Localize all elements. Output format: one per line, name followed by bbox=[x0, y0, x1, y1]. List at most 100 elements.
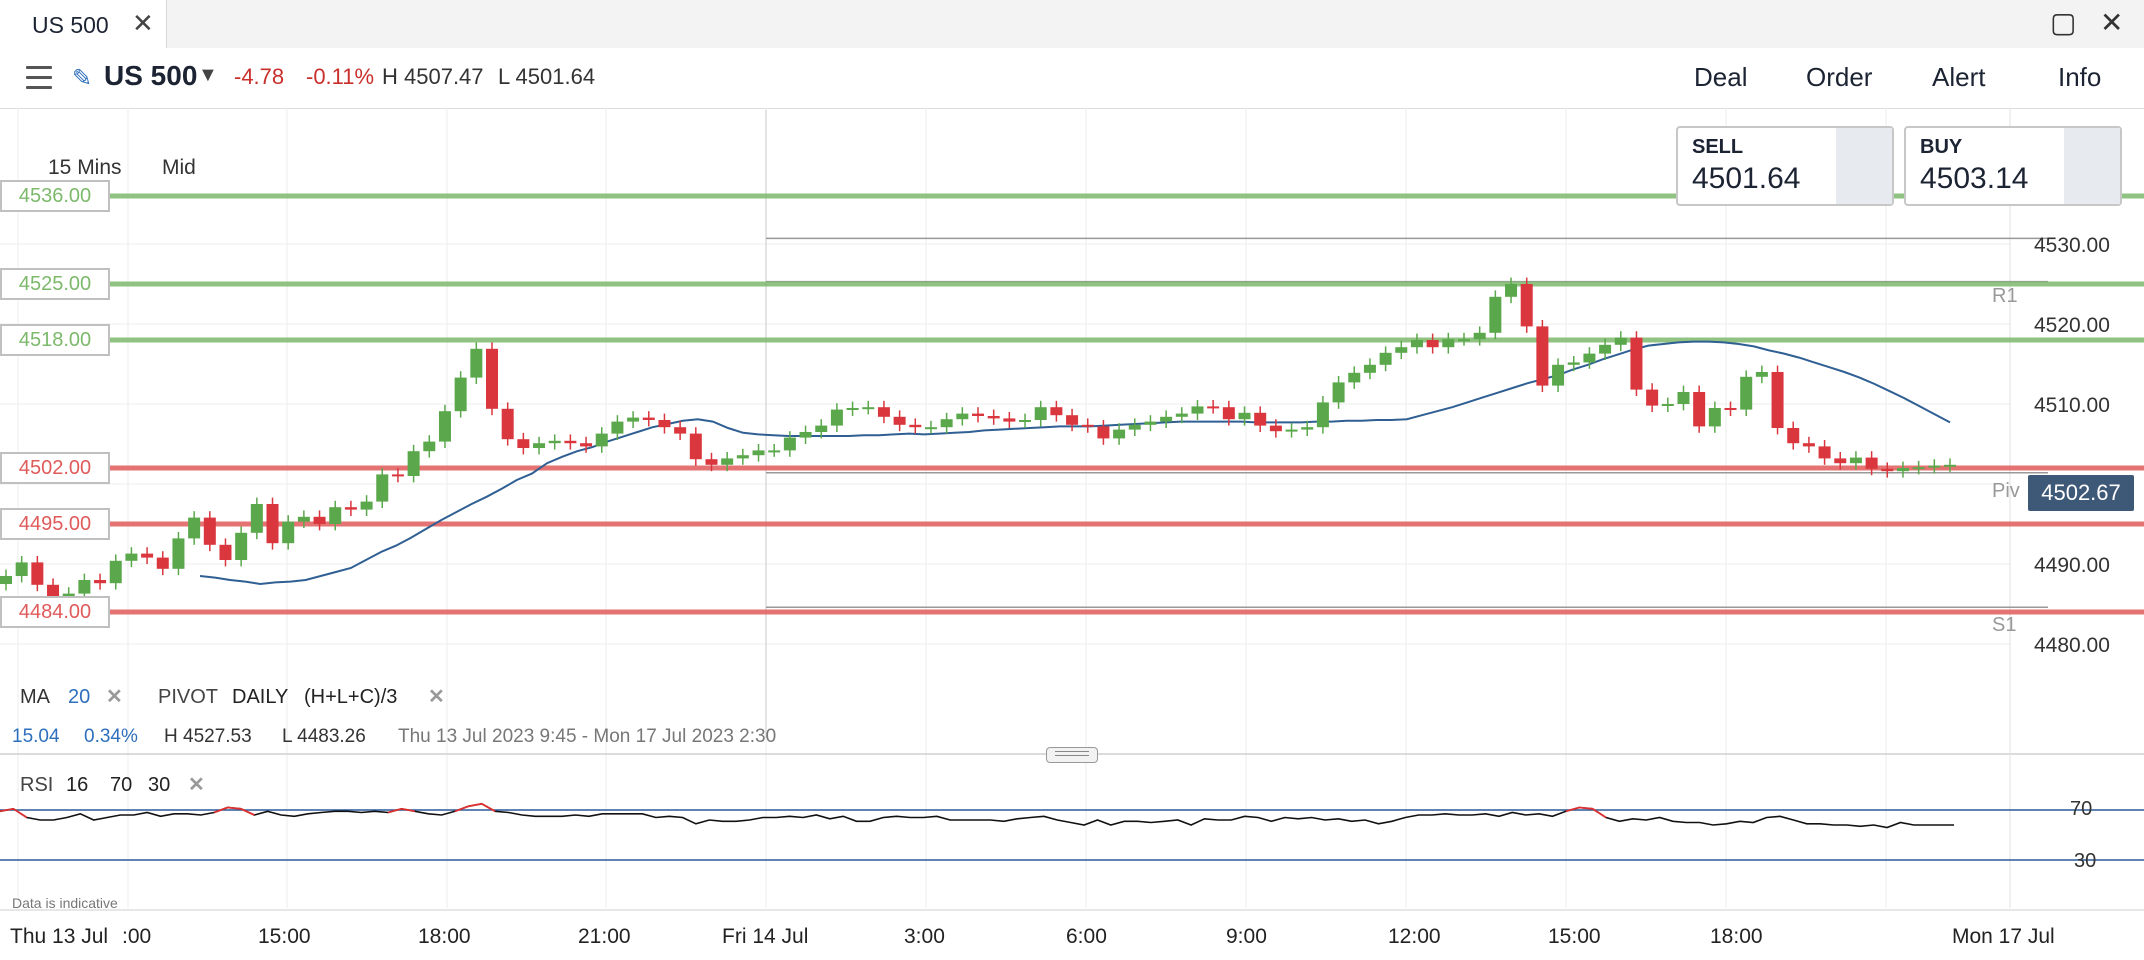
candle-body bbox=[956, 413, 969, 420]
candle-body bbox=[344, 507, 357, 510]
level-tag-4536.00[interactable]: 4536.00 bbox=[0, 180, 110, 212]
candle-body bbox=[658, 420, 671, 428]
sell-price-box[interactable]: SELL 4501.64 bbox=[1676, 126, 1894, 206]
candle-body bbox=[1567, 362, 1580, 365]
y-tick-label: 4490.00 bbox=[2034, 554, 2110, 577]
candle-body bbox=[1552, 364, 1565, 386]
price-type-selector[interactable]: Mid bbox=[162, 156, 196, 180]
x-tick-label: 15:00 bbox=[1548, 925, 1601, 948]
price-chart[interactable]: 4530.004520.004510.004500.004490.004480.… bbox=[0, 108, 2144, 960]
candle-body bbox=[1191, 406, 1204, 414]
candle-body bbox=[1473, 332, 1486, 340]
candle-body bbox=[862, 407, 875, 410]
candle-body bbox=[1740, 376, 1753, 410]
info-button[interactable]: Info bbox=[2058, 62, 2101, 93]
sell-box-shade bbox=[1836, 128, 1892, 204]
level-tag-4484.00[interactable]: 4484.00 bbox=[0, 596, 110, 628]
candle-body bbox=[1787, 428, 1800, 444]
candle-body bbox=[313, 516, 326, 524]
chart-grid bbox=[0, 108, 2011, 908]
tab-us500[interactable]: US 500 ✕ bbox=[0, 0, 167, 48]
candle-body bbox=[1081, 424, 1094, 427]
maximize-icon[interactable]: ▢ bbox=[2050, 6, 2076, 40]
candle-body bbox=[282, 521, 295, 544]
header-change: -4.78 bbox=[234, 64, 285, 89]
candle-body bbox=[627, 417, 640, 422]
candle-body bbox=[1677, 392, 1690, 404]
rsi-upper[interactable]: 70 bbox=[110, 774, 132, 797]
tab-close-icon[interactable]: ✕ bbox=[132, 8, 154, 38]
rsi-period[interactable]: 16 bbox=[66, 774, 88, 797]
candle-body bbox=[141, 553, 154, 558]
rsi-label: RSI bbox=[20, 774, 54, 796]
candle-body bbox=[1363, 364, 1376, 373]
level-tag-4495.00[interactable]: 4495.00 bbox=[0, 508, 110, 540]
x-tick-label: 18:00 bbox=[418, 925, 471, 948]
interval-selector[interactable]: 15 Mins bbox=[48, 156, 122, 180]
candle-body bbox=[156, 557, 169, 569]
candle-body bbox=[595, 433, 608, 447]
buy-price: 4503.14 bbox=[1920, 162, 2029, 195]
panel-separators bbox=[0, 108, 2144, 911]
level-tag-4518.00[interactable]: 4518.00 bbox=[0, 324, 110, 356]
pivot-formula[interactable]: (H+L+C)/3 bbox=[304, 686, 397, 709]
candle-body bbox=[548, 440, 561, 444]
candle-body bbox=[203, 517, 216, 545]
deal-button[interactable]: Deal bbox=[1694, 62, 1747, 93]
tab-title: US 500 bbox=[32, 12, 109, 38]
candle-body bbox=[438, 411, 451, 442]
candle-body bbox=[1034, 407, 1047, 420]
candle-body bbox=[250, 504, 263, 533]
candle-body bbox=[1050, 407, 1063, 416]
edit-pencil-icon[interactable]: ✎ bbox=[72, 64, 92, 93]
candle-body bbox=[1489, 296, 1502, 333]
remove-ma-icon[interactable]: ✕ bbox=[106, 684, 123, 709]
candle-body bbox=[1348, 372, 1361, 383]
y-tick-label: 4510.00 bbox=[2034, 394, 2110, 417]
candle-body bbox=[1426, 340, 1439, 348]
instrument-dropdown-icon[interactable]: ▼ bbox=[198, 64, 218, 87]
y-tick-label: 4480.00 bbox=[2034, 634, 2110, 657]
candle-body bbox=[1520, 284, 1533, 327]
panel-resize-handle[interactable] bbox=[1046, 747, 1098, 763]
candle-body bbox=[31, 562, 44, 585]
close-window-icon[interactable]: ✕ bbox=[2100, 6, 2123, 40]
candle-body bbox=[1207, 406, 1220, 409]
x-tick-label: 15:00 bbox=[258, 925, 311, 948]
pivot-r1-label: R1 bbox=[1992, 285, 2018, 307]
candle-body bbox=[909, 424, 922, 428]
candle-body bbox=[1896, 468, 1909, 472]
level-tag-4502.00[interactable]: 4502.00 bbox=[0, 452, 110, 484]
order-button[interactable]: Order bbox=[1806, 62, 1872, 93]
ma-label: MA bbox=[20, 686, 50, 708]
instrument-name[interactable]: US 500 bbox=[104, 60, 197, 92]
pivot-type[interactable]: DAILY bbox=[232, 686, 288, 709]
remove-pivot-icon[interactable]: ✕ bbox=[428, 684, 445, 709]
candle-body bbox=[1708, 408, 1721, 427]
candle-body bbox=[15, 562, 28, 576]
candle-body bbox=[109, 560, 122, 584]
candle-body bbox=[470, 348, 483, 378]
ma-period[interactable]: 20 bbox=[68, 686, 90, 709]
x-axis: Thu 13 Jul:00 15:00 18:00 21:00 Fri 14 Jul 3:… bbox=[10, 925, 2055, 948]
candle-body bbox=[1505, 284, 1518, 297]
candle-body bbox=[987, 416, 1000, 419]
candle-body bbox=[1003, 418, 1016, 422]
menu-icon[interactable] bbox=[26, 66, 52, 96]
candle-body bbox=[893, 416, 906, 425]
candle-body bbox=[517, 439, 530, 448]
candle-body bbox=[235, 532, 248, 560]
x-tick-label: 21:00 bbox=[578, 925, 631, 948]
candle-body bbox=[391, 474, 404, 477]
buy-price-box[interactable]: BUY 4503.14 bbox=[1904, 126, 2122, 206]
rsi-lower[interactable]: 30 bbox=[148, 774, 170, 797]
level-tag-4525.00[interactable]: 4525.00 bbox=[0, 268, 110, 300]
alert-button[interactable]: Alert bbox=[1932, 62, 1985, 93]
remove-rsi-icon[interactable]: ✕ bbox=[188, 772, 205, 797]
candle-body bbox=[1160, 416, 1173, 422]
candle-body bbox=[423, 441, 436, 452]
buy-label: BUY bbox=[1920, 136, 1963, 158]
rsi-upper-axis-label: 70 bbox=[2070, 798, 2093, 820]
x-tick-label: 6:00 bbox=[1066, 925, 1107, 948]
candle-body bbox=[486, 348, 498, 409]
